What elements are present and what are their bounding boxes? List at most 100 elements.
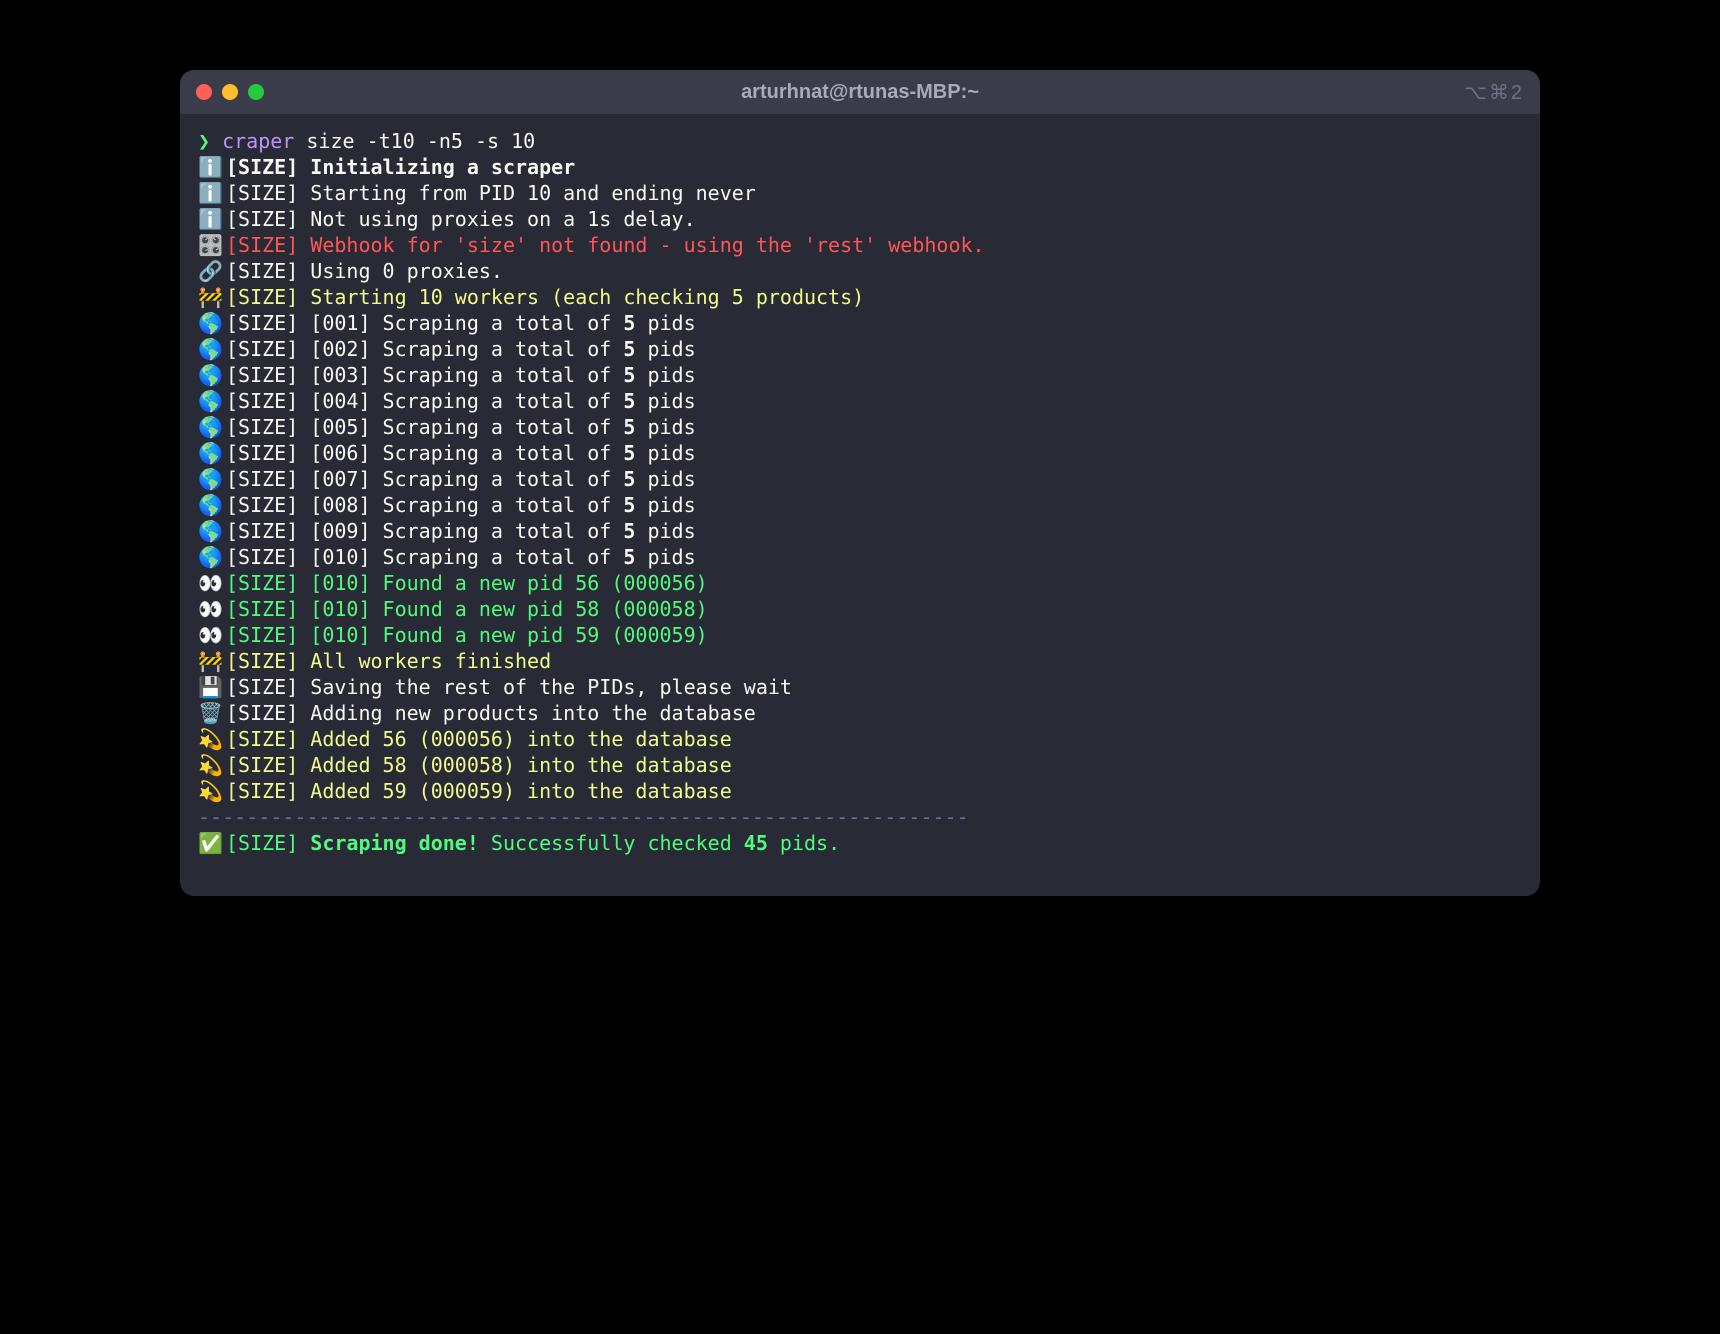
- line-prefix: [SIZE] [004]: [226, 388, 383, 414]
- minimize-icon[interactable]: [222, 84, 238, 100]
- line-text-bold: 5: [623, 414, 635, 440]
- window-title: arturhnat@rtunas-MBP:~: [180, 81, 1540, 104]
- close-icon[interactable]: [196, 84, 212, 100]
- terminal-window: arturhnat@rtunas-MBP:~ ⌥⌘2 ❯ craper size…: [180, 70, 1540, 896]
- prompt-caret: ❯: [198, 128, 210, 154]
- line-text-pre: Scraping a total of: [383, 388, 624, 414]
- line-text-post: pids: [635, 388, 695, 414]
- line-icon: 🎛️: [198, 232, 226, 258]
- log-line: 🌎[SIZE] [009] Scraping a total of 5 pids: [198, 518, 1522, 544]
- log-line: ℹ️[SIZE] Not using proxies on a 1s delay…: [198, 206, 1522, 232]
- done-rest-pre: Successfully checked: [479, 830, 744, 856]
- line-prefix: [SIZE]: [226, 258, 310, 284]
- line-text-bold: 5: [623, 440, 635, 466]
- line-icon: 👀: [198, 596, 226, 622]
- terminal-body[interactable]: ❯ craper size -t10 -n5 -s 10 ℹ️[SIZE] In…: [180, 114, 1540, 896]
- line-icon: 🔗: [198, 258, 226, 284]
- line-icon: 🌎: [198, 388, 226, 414]
- line-prefix: [SIZE] [010]: [226, 622, 383, 648]
- window-shortcut: ⌥⌘2: [1464, 80, 1524, 105]
- line-prefix: [SIZE]: [226, 674, 310, 700]
- log-line: 🌎[SIZE] [008] Scraping a total of 5 pids: [198, 492, 1522, 518]
- line-text-pre: Scraping a total of: [383, 414, 624, 440]
- separator-line: ----------------------------------------…: [198, 804, 1522, 830]
- line-prefix: [SIZE]: [226, 778, 310, 804]
- log-line: 🚧[SIZE] Starting 10 workers (each checki…: [198, 284, 1522, 310]
- log-line: 💫[SIZE] Added 56 (000056) into the datab…: [198, 726, 1522, 752]
- prompt-args: size -t10 -n5 -s 10: [306, 128, 535, 154]
- line-text-pre: Scraping a total of: [383, 466, 624, 492]
- line-icon: 🌎: [198, 336, 226, 362]
- line-icon: 💫: [198, 778, 226, 804]
- line-prefix: [SIZE] [009]: [226, 518, 383, 544]
- line-text-bold: 5: [623, 466, 635, 492]
- log-line: 🌎[SIZE] [005] Scraping a total of 5 pids: [198, 414, 1522, 440]
- line-prefix: [SIZE]: [226, 752, 310, 778]
- log-line: 💫[SIZE] Added 58 (000058) into the datab…: [198, 752, 1522, 778]
- line-text-pre: Scraping a total of: [383, 336, 624, 362]
- line-text: Saving the rest of the PIDs, please wait: [310, 674, 792, 700]
- log-line: 🌎[SIZE] [007] Scraping a total of 5 pids: [198, 466, 1522, 492]
- line-text-post: pids: [635, 336, 695, 362]
- line-text: Found a new pid 56 (000056): [383, 570, 708, 596]
- line-icon: 🌎: [198, 414, 226, 440]
- line-text-post: pids: [635, 544, 695, 570]
- zoom-icon[interactable]: [248, 84, 264, 100]
- line-text-bold: 5: [623, 518, 635, 544]
- line-icon: ℹ️: [198, 180, 226, 206]
- line-text-post: pids: [635, 414, 695, 440]
- line-icon: 🚧: [198, 648, 226, 674]
- prompt-command: craper: [222, 128, 294, 154]
- done-rest-post: pids.: [768, 830, 840, 856]
- titlebar: arturhnat@rtunas-MBP:~ ⌥⌘2: [180, 70, 1540, 114]
- log-line: 💾[SIZE] Saving the rest of the PIDs, ple…: [198, 674, 1522, 700]
- line-prefix: [SIZE]: [226, 206, 310, 232]
- line-prefix: [SIZE] [003]: [226, 362, 383, 388]
- line-icon: ℹ️: [198, 154, 226, 180]
- traffic-lights: [196, 84, 264, 100]
- log-line: 🌎[SIZE] [003] Scraping a total of 5 pids: [198, 362, 1522, 388]
- log-line: 🚧[SIZE] All workers finished: [198, 648, 1522, 674]
- line-icon: 🌎: [198, 544, 226, 570]
- line-text: Starting 10 workers (each checking 5 pro…: [310, 284, 864, 310]
- line-icon: ℹ️: [198, 206, 226, 232]
- line-text: Starting from PID 10 and ending never: [310, 180, 756, 206]
- line-prefix: [SIZE] [005]: [226, 414, 383, 440]
- line-icon: 🌎: [198, 362, 226, 388]
- line-icon: 💫: [198, 726, 226, 752]
- line-prefix: [SIZE] [010]: [226, 544, 383, 570]
- line-text-pre: Scraping a total of: [383, 362, 624, 388]
- line-prefix: [SIZE] [008]: [226, 492, 383, 518]
- line-prefix: [SIZE]: [226, 180, 310, 206]
- line-text-pre: Scraping a total of: [383, 544, 624, 570]
- line-icon: 🗑️: [198, 700, 226, 726]
- line-text-post: pids: [635, 440, 695, 466]
- line-text: Added 56 (000056) into the database: [310, 726, 731, 752]
- line-icon: 👀: [198, 570, 226, 596]
- line-text-bold: 5: [623, 336, 635, 362]
- line-icon: 🌎: [198, 466, 226, 492]
- line-text-bold: 5: [623, 388, 635, 414]
- log-output: ℹ️[SIZE] Initializing a scraperℹ️[SIZE] …: [198, 154, 1522, 804]
- log-line: ℹ️[SIZE] Starting from PID 10 and ending…: [198, 180, 1522, 206]
- line-text: Webhook for 'size' not found - using the…: [310, 232, 984, 258]
- line-text-bold: 5: [623, 492, 635, 518]
- line-prefix: [SIZE] [010]: [226, 570, 383, 596]
- line-icon: 🌎: [198, 310, 226, 336]
- line-text: Found a new pid 58 (000058): [383, 596, 708, 622]
- line-text: Initializing a scraper: [310, 154, 575, 180]
- line-text-pre: Scraping a total of: [383, 492, 624, 518]
- line-icon: 🌎: [198, 492, 226, 518]
- log-line: 🗑️[SIZE] Adding new products into the da…: [198, 700, 1522, 726]
- log-line: ℹ️[SIZE] Initializing a scraper: [198, 154, 1522, 180]
- line-icon: 👀: [198, 622, 226, 648]
- line-text-pre: Scraping a total of: [383, 440, 624, 466]
- done-prefix: [SIZE]: [226, 830, 310, 856]
- log-line: 💫[SIZE] Added 59 (000059) into the datab…: [198, 778, 1522, 804]
- line-prefix: [SIZE] [002]: [226, 336, 383, 362]
- line-icon: 💫: [198, 752, 226, 778]
- line-text-bold: 5: [623, 310, 635, 336]
- line-prefix: [SIZE]: [226, 232, 310, 258]
- line-prefix: [SIZE]: [226, 700, 310, 726]
- line-prefix: [SIZE] [006]: [226, 440, 383, 466]
